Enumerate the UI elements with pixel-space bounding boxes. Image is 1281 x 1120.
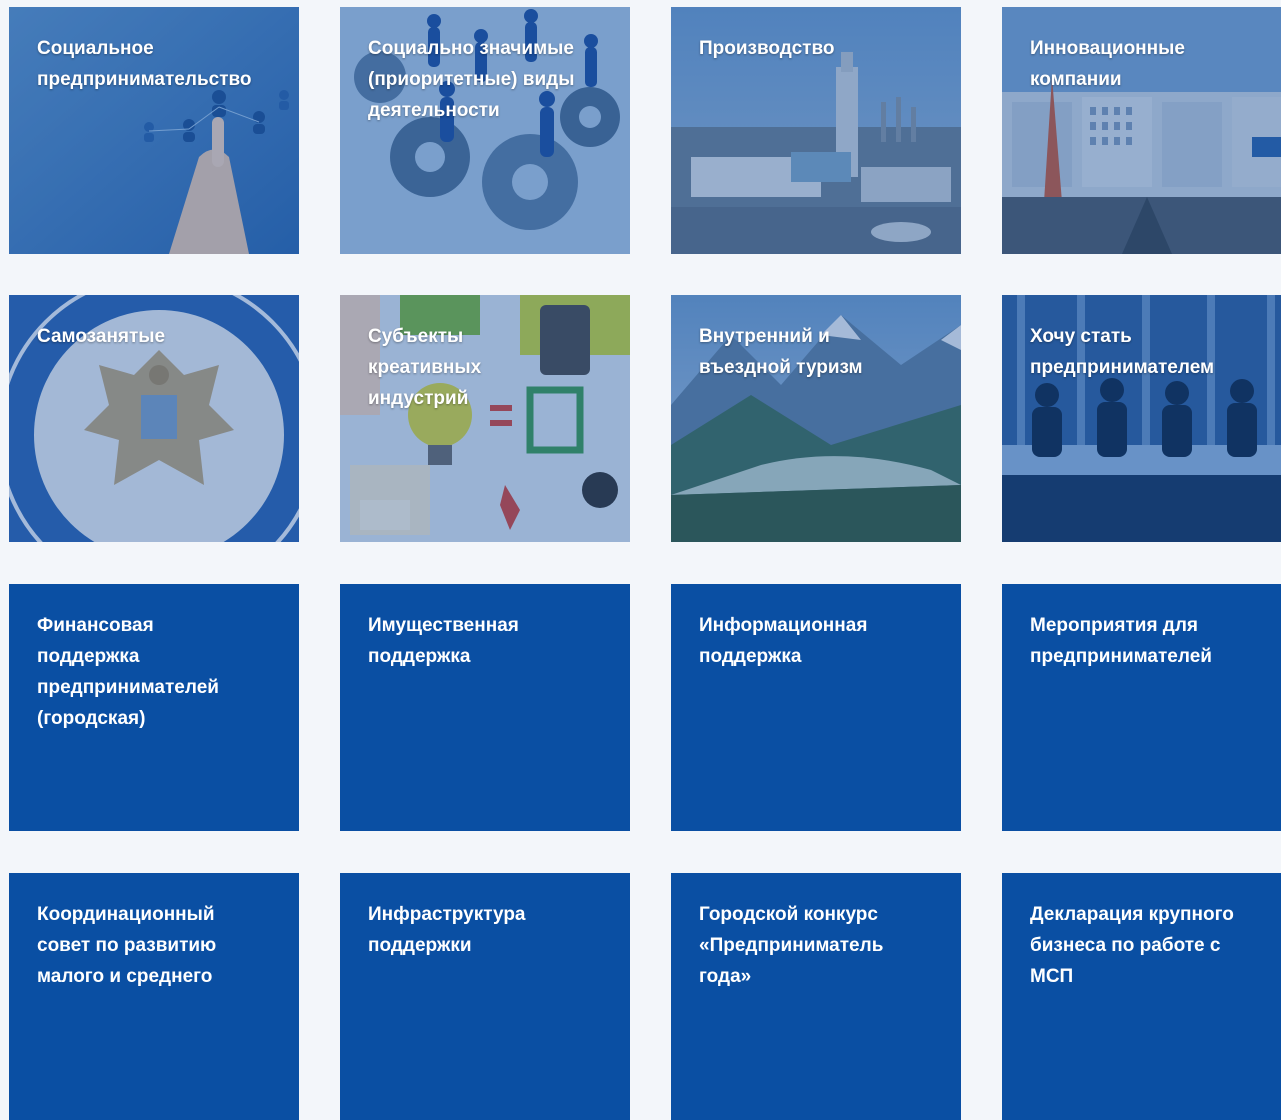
tile-self-employed[interactable]: Самозанятые [9, 295, 299, 542]
tile-label: Социально значимые (приоритетные) виды д… [368, 38, 575, 121]
category-tile-grid: Социальное предпринимательство Социально… [9, 7, 1281, 1120]
tile-label: Городской конкурс «Предприниматель года» [699, 904, 884, 987]
tile-label: Социальное предпринимательство [37, 38, 252, 90]
tile-label: Мероприятия для предпринимателей [1030, 615, 1212, 667]
tile-label: Декларация крупного бизнеса по работе с … [1030, 904, 1234, 987]
tile-label: Финансовая поддержка предпринимателей (г… [37, 615, 219, 729]
tile-label: Имущественная поддержка [368, 615, 519, 667]
tile-financial-support[interactable]: Финансовая поддержка предпринимателей (г… [9, 584, 299, 831]
tile-big-business-declaration[interactable]: Декларация крупного бизнеса по работе с … [1002, 873, 1281, 1120]
tile-label: Инфраструктура поддержки [368, 904, 526, 956]
tile-creative-industries[interactable]: Субъекты креативных индустрий [340, 295, 630, 542]
tile-label: Информационная поддержка [699, 615, 868, 667]
tile-become-entrepreneur[interactable]: Хочу стать предпринимателем [1002, 295, 1281, 542]
tile-label: Хочу стать предпринимателем [1030, 326, 1215, 378]
tile-property-support[interactable]: Имущественная поддержка [340, 584, 630, 831]
tile-entrepreneur-of-the-year[interactable]: Городской конкурс «Предприниматель года» [671, 873, 961, 1120]
tile-label: Самозанятые [37, 326, 166, 347]
tile-manufacturing[interactable]: Производство [671, 7, 961, 254]
tile-label: Инновационные компании [1030, 38, 1185, 90]
tile-innovative-companies[interactable]: Инновационные компании [1002, 7, 1281, 254]
tile-label: Производство [699, 38, 835, 59]
tile-socially-significant-activities[interactable]: Социально значимые (приоритетные) виды д… [340, 7, 630, 254]
tile-social-entrepreneurship[interactable]: Социальное предпринимательство [9, 7, 299, 254]
tile-label: Субъекты креативных индустрий [368, 326, 482, 409]
tile-label: Внутренний и въездной туризм [699, 326, 863, 378]
tile-support-infrastructure[interactable]: Инфраструктура поддержки [340, 873, 630, 1120]
tile-events-for-entrepreneurs[interactable]: Мероприятия для предпринимателей [1002, 584, 1281, 831]
tile-information-support[interactable]: Информационная поддержка [671, 584, 961, 831]
tile-label: Координационный совет по развитию малого… [37, 904, 217, 987]
tile-coordination-council[interactable]: Координационный совет по развитию малого… [9, 873, 299, 1120]
tile-domestic-inbound-tourism[interactable]: Внутренний и въездной туризм [671, 295, 961, 542]
